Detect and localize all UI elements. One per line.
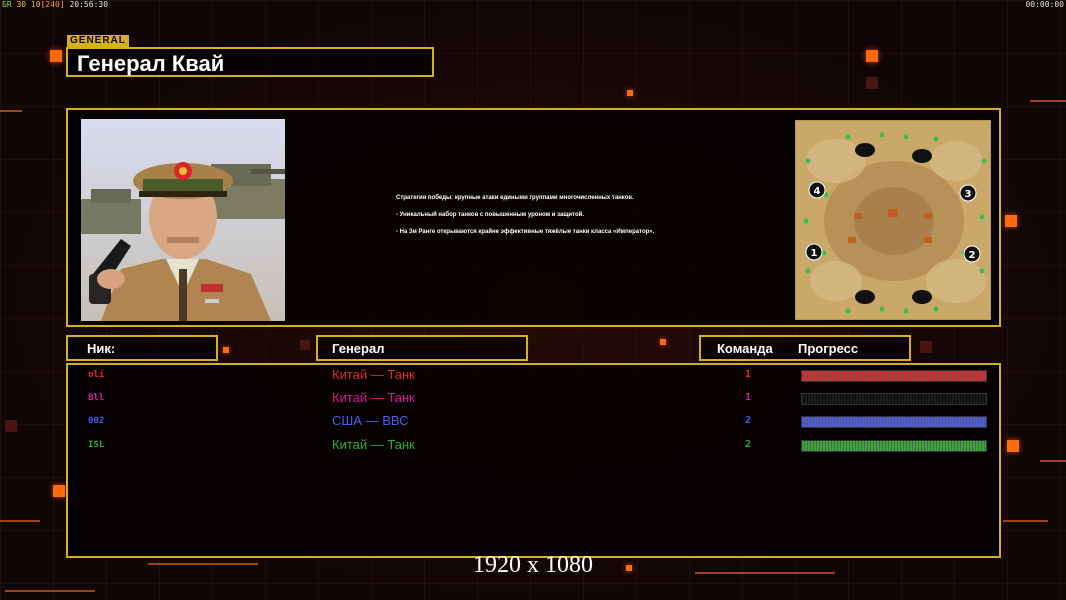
deco-line [1030,100,1066,102]
deco-square-dim [300,340,310,350]
deco-square [660,339,666,345]
player-progress-fill [802,441,986,451]
deco-square-dim [5,420,17,432]
player-general: Китай — Танк [332,437,415,452]
deco-square [53,485,65,497]
player-team: 1 [745,369,752,380]
player-progress-bar [801,416,987,428]
header-general-label: Генерал [332,341,385,356]
hud-fps: 30 10 [16,0,41,9]
general-tag: GENERAL [67,35,129,47]
start-label: 1 [811,248,818,259]
deco-square-dim [866,77,878,89]
resolution-label: 1920 x 1080 [473,552,593,578]
deco-line [0,520,40,522]
general-name: Генерал Квай [77,51,225,76]
strategy-text: Стратегия победы: крупные атаки едиными … [396,194,726,245]
deco-line [5,590,95,592]
header-nick: Ник: [66,335,218,361]
player-nick: oli [88,370,105,380]
header-progress-label: Прогресс [798,341,859,356]
deco-line [0,110,22,112]
player-general: США — ВВС [332,413,409,428]
strategy-line: - Уникальный набор танков с повышенным у… [396,212,584,218]
start-label: 2 [969,250,976,261]
header-team-progress: Команда Прогресс [699,335,911,361]
deco-square [866,50,878,62]
deco-square [627,90,633,96]
player-progress-bar [801,370,987,382]
player-row: ISL Китай — Танк 2 [68,437,999,457]
hud-bracket-value: [240] [40,0,65,9]
player-nick: Bll [88,393,105,403]
hud-clock: 20:56:30 [69,0,109,9]
general-info-panel: Стратегия победы: крупные атаки едиными … [66,108,1001,327]
portrait-image [81,119,285,321]
deco-square [223,347,229,353]
players-panel: oli Китай — Танк 1 Bll Китай — Танк 1 00… [66,363,1001,558]
header-general: Генерал [316,335,528,361]
player-progress-bar [801,393,987,405]
deco-line [1040,460,1066,462]
hud-timer: 00:00:00 [1025,0,1064,9]
deco-square-dim [920,341,932,353]
header-nick-label: Ник: [87,341,116,356]
player-team: 2 [745,439,752,450]
player-row: 002 США — ВВС 2 [68,413,999,433]
strategy-line: - На 3м Ранге открываются крайне эффекти… [396,229,655,235]
general-portrait [81,119,285,321]
map-preview: 4 3 1 2 [795,120,991,320]
start-label: 4 [814,186,821,197]
deco-square [1007,440,1019,452]
player-nick: 002 [88,416,105,426]
general-title-box: Генерал Квай [66,47,434,77]
player-team: 2 [745,415,752,426]
player-row: Bll Китай — Танк 1 [68,390,999,410]
player-progress-fill [802,417,986,427]
player-general: Китай — Танк [332,367,415,382]
player-progress-bar [801,440,987,452]
deco-square [1005,215,1017,227]
strategy-line: Стратегия победы: крупные атаки едиными … [396,195,634,201]
player-progress-fill [802,371,986,381]
player-team: 1 [745,392,752,403]
player-nick: ISL [88,440,105,450]
deco-line [1003,520,1048,522]
hud-stats: БR 30 10[240] 20:56:30 [2,0,108,9]
start-label: 3 [965,189,972,200]
hud-label: БR [2,0,12,9]
header-team-label: Команда [717,341,773,356]
deco-square [50,50,62,62]
player-general: Китай — Танк [332,390,415,405]
player-row: oli Китай — Танк 1 [68,367,999,387]
minimap-image: 4 3 1 2 [796,121,990,319]
